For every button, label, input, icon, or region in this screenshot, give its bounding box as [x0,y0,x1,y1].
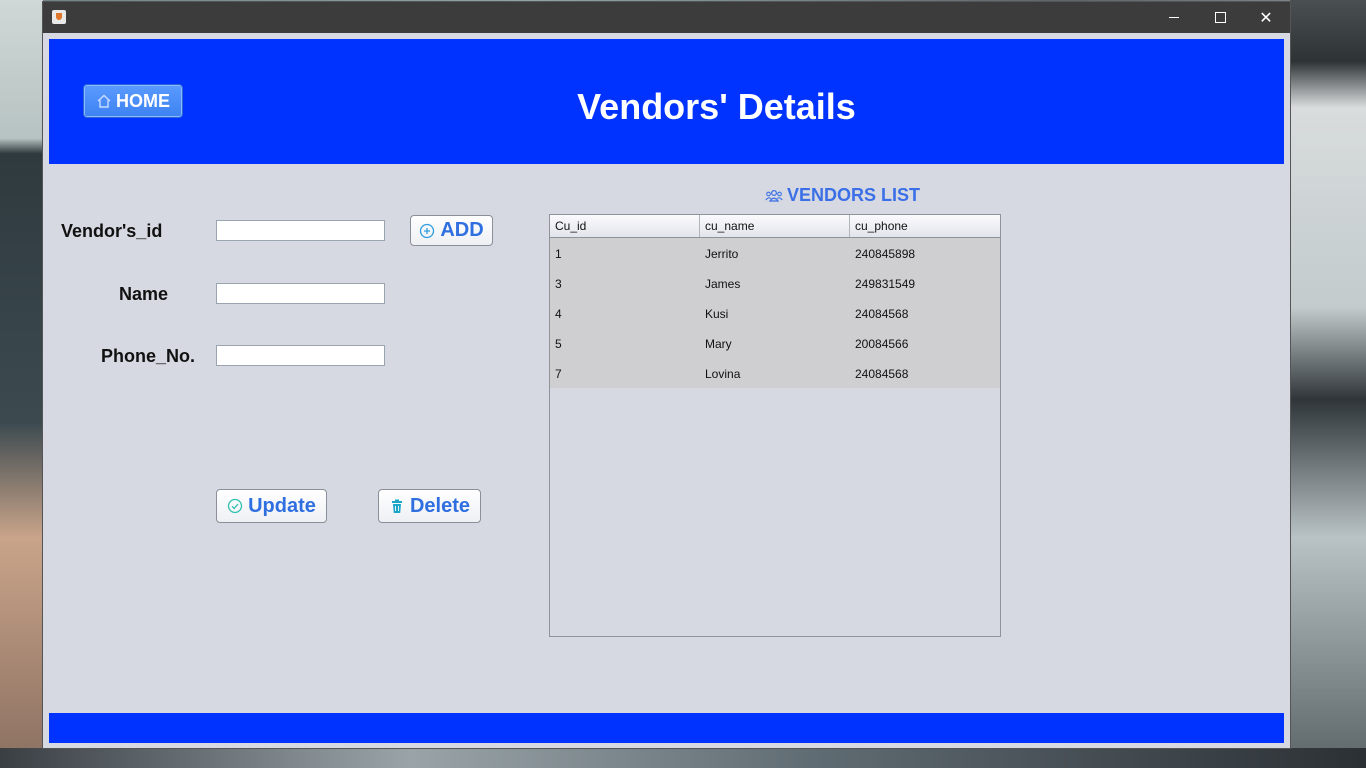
cell-cu-phone: 240845898 [855,247,916,261]
vendor-id-field[interactable] [216,220,385,241]
cell-cu-phone: 20084566 [855,337,909,351]
table-row[interactable]: 3 James 249831549 [550,268,1000,298]
delete-button-label: Delete [409,494,471,517]
users-icon [765,189,783,202]
add-button[interactable]: ADD [410,215,493,246]
close-icon: ✕ [1259,9,1273,27]
cell-cu-name: Kusi [705,307,729,321]
table-row[interactable]: 4 Kusi 24084568 [550,298,1000,328]
close-button[interactable]: ✕ [1243,2,1289,33]
cell-cu-id: 1 [555,247,562,261]
cell-cu-phone: 24084568 [855,367,909,381]
cell-cu-name: Mary [705,337,732,351]
minimize-button[interactable] [1151,2,1197,33]
title-bar: ✕ [43,2,1290,33]
phone-field[interactable] [216,345,385,366]
add-button-label: ADD [440,219,484,241]
minimize-icon [1169,17,1179,18]
table-row[interactable]: 5 Mary 20084566 [550,328,1000,358]
cell-cu-id: 3 [555,277,562,291]
maximize-button[interactable] [1197,2,1243,33]
table-body: 1 Jerrito 240845898 3 James 249831549 4 … [550,238,1000,388]
header-banner: HOME Vendors' Details [49,39,1284,164]
name-label: Name [119,284,169,304]
vendors-list-title-text: VENDORS LIST [787,185,921,205]
trash-icon [391,499,402,513]
cell-cu-phone: 249831549 [855,277,916,291]
desktop-background-left [0,0,43,768]
plus-circle-icon [420,223,435,238]
cell-cu-name: James [705,277,741,291]
page-title: Vendors' Details [577,86,856,127]
cell-cu-id: 5 [555,337,562,351]
column-header-cu-name[interactable]: cu_name [700,215,850,237]
delete-button[interactable]: Delete [378,489,481,523]
cell-cu-name: Lovina [705,367,741,381]
table-row[interactable]: 1 Jerrito 240845898 [550,238,1000,268]
column-header-cu-phone[interactable]: cu_phone [850,215,1000,237]
check-circle-icon [227,498,243,514]
update-button[interactable]: Update [216,489,327,523]
cell-cu-id: 7 [555,367,562,381]
update-button-label: Update [248,494,316,517]
table-row[interactable]: 7 Lovina 24084568 [550,358,1000,388]
name-field[interactable] [216,283,385,304]
maximize-icon [1214,12,1226,23]
phone-label: Phone_No. [101,346,196,366]
cell-cu-id: 4 [555,307,562,321]
app-window: ✕ HOME Vendors' Details Vendor's_id ADD … [43,2,1290,748]
cell-cu-phone: 24084568 [855,307,909,321]
vendors-table[interactable]: Cu_id cu_name cu_phone 1 Jerrito 2408458… [549,214,1001,637]
vendor-id-label: Vendor's_id [61,221,163,241]
desktop-background-bottom [0,748,1366,768]
footer-bar [49,713,1284,743]
vendors-list-title: VENDORS LIST [765,185,920,206]
java-app-icon [52,10,66,24]
cell-cu-name: Jerrito [705,247,739,261]
column-header-cu-id[interactable]: Cu_id [550,215,700,237]
table-header: Cu_id cu_name cu_phone [550,215,1000,238]
